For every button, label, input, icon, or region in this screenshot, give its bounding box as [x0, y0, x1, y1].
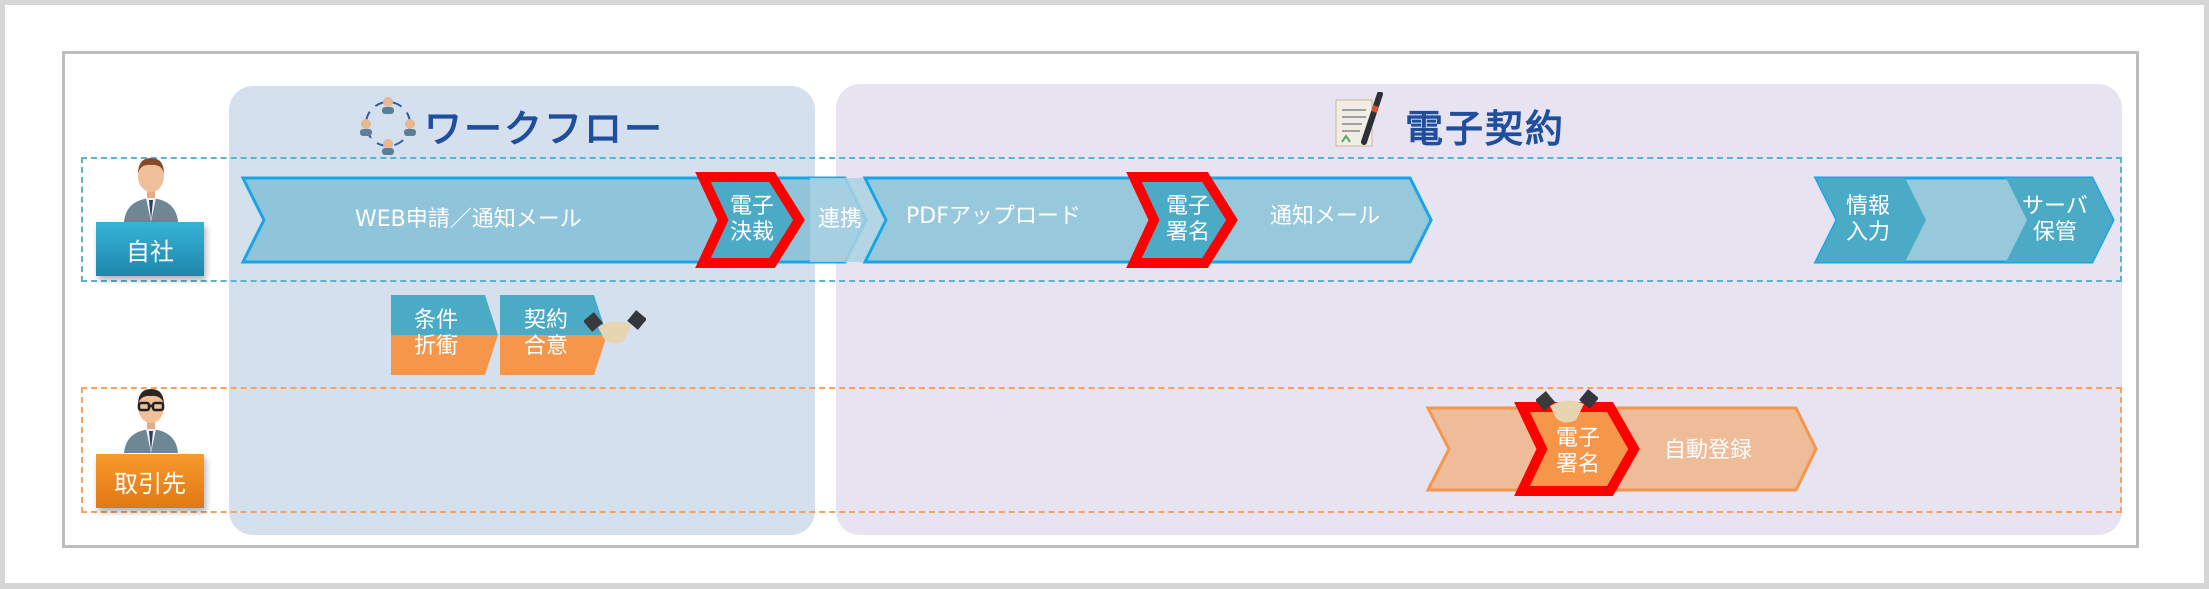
step-e-signature-line1: 電子	[1166, 194, 1211, 219]
step-e-approval-line2: 決裁	[730, 220, 775, 245]
step-pdf-upload-label: PDFアップロード	[906, 204, 1081, 229]
partner-auto-register-label: 自動登録	[1664, 438, 1753, 463]
step-e-signature-label: 電子 署名	[1166, 194, 1210, 246]
negotiation-step2-line1: 契約	[524, 308, 569, 333]
partner-e-signature-line2: 署名	[1556, 452, 1601, 477]
negotiation-step1-line2: 折衝	[414, 334, 459, 359]
partner-e-signature-label: 電子 署名	[1556, 426, 1600, 478]
partner-e-signature-line1: 電子	[1556, 426, 1601, 451]
step-server-storage-label: サーバ 保管	[2022, 194, 2088, 246]
step-info-input-line1: 情報	[1846, 194, 1891, 219]
handshake-icon-partner	[1536, 389, 1598, 423]
step-notify-mail-label: 通知メール	[1270, 204, 1381, 229]
flow-arrows	[240, 172, 2115, 496]
step-server-storage-line1: サーバ	[2022, 194, 2088, 219]
negotiation-step2-line2: 合意	[524, 334, 569, 359]
step-server-storage-line2: 保管	[2032, 220, 2077, 245]
step-e-approval-label: 電子 決裁	[730, 194, 774, 246]
step-link-label: 連携	[818, 207, 863, 232]
step-e-approval-line1: 電子	[730, 194, 775, 219]
step-e-signature-line2: 署名	[1166, 220, 1211, 245]
step-web-application-label: WEB申請／通知メール	[355, 207, 582, 232]
negotiation-step2-label: 契約 合意	[524, 308, 568, 360]
negotiation-step1-line1: 条件	[414, 308, 459, 333]
step-info-input-label: 情報 入力	[1846, 194, 1890, 246]
negotiation-step1-label: 条件 折衝	[414, 308, 458, 360]
handshake-icon	[584, 310, 646, 344]
step-info-input-line2: 入力	[1846, 220, 1891, 245]
